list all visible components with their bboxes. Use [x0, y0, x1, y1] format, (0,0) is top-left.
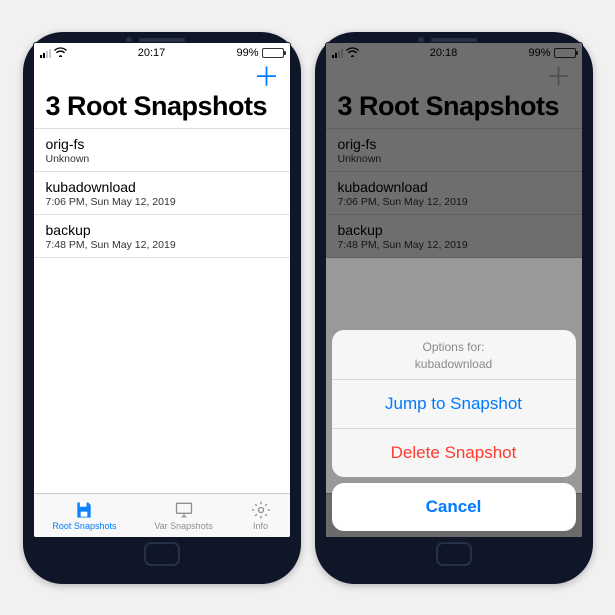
add-button[interactable]: ＋	[253, 67, 279, 87]
snapshot-name: backup	[46, 222, 278, 238]
list-item[interactable]: kubadownload 7:06 PM, Sun May 12, 2019	[34, 172, 290, 215]
battery-icon	[262, 48, 284, 58]
action-sheet-prefix: Options for:	[422, 340, 484, 354]
snapshot-subtitle: 7:06 PM, Sun May 12, 2019	[46, 196, 278, 208]
home-button[interactable]	[144, 542, 180, 566]
page-title: 3 Root Snapshots	[46, 91, 268, 122]
phone-left: 20:17 99% ＋ 3 Root Snapshots orig-fs Unk…	[23, 32, 301, 584]
snapshot-subtitle: Unknown	[46, 153, 278, 165]
home-button[interactable]	[436, 542, 472, 566]
snapshot-subtitle: 7:48 PM, Sun May 12, 2019	[46, 239, 278, 251]
tab-label: Root Snapshots	[52, 521, 116, 531]
title-row: 3 Root Snapshots	[34, 91, 290, 129]
tab-var-snapshots[interactable]: Var Snapshots	[154, 500, 212, 531]
action-sheet: Options for: kubadownload Jump to Snapsh…	[332, 330, 576, 477]
screen-left: 20:17 99% ＋ 3 Root Snapshots orig-fs Unk…	[33, 42, 291, 538]
signal-icon	[40, 49, 51, 58]
gear-icon	[251, 500, 271, 520]
screen-right: 20:18 99% ＋ 3 Root Snapshots orig-fs Unk…	[325, 42, 583, 538]
action-sheet-context: kubadownload	[332, 357, 576, 371]
battery-percent: 99%	[236, 47, 258, 59]
action-sheet-header: Options for: kubadownload	[332, 330, 576, 379]
delete-snapshot-button[interactable]: Delete Snapshot	[332, 428, 576, 477]
nav-bar: ＋	[34, 63, 290, 91]
snapshot-name: orig-fs	[46, 136, 278, 152]
tab-label: Var Snapshots	[154, 521, 212, 531]
status-bar: 20:17 99%	[34, 43, 290, 63]
cancel-button[interactable]: Cancel	[332, 483, 576, 531]
tab-info[interactable]: Info	[251, 500, 271, 531]
list-item[interactable]: orig-fs Unknown	[34, 129, 290, 172]
jump-to-snapshot-button[interactable]: Jump to Snapshot	[332, 379, 576, 428]
status-time: 20:17	[138, 47, 166, 59]
tab-root-snapshots[interactable]: Root Snapshots	[52, 500, 116, 531]
save-icon	[74, 500, 94, 520]
modal-dimmer[interactable]: Options for: kubadownload Jump to Snapsh…	[326, 43, 582, 537]
tab-label: Info	[253, 521, 268, 531]
phone-right: 20:18 99% ＋ 3 Root Snapshots orig-fs Unk…	[315, 32, 593, 584]
tab-bar: Root Snapshots Var Snapshots Info	[34, 493, 290, 537]
monitor-icon	[174, 500, 194, 520]
wifi-icon	[54, 47, 67, 60]
list-item[interactable]: backup 7:48 PM, Sun May 12, 2019	[34, 215, 290, 258]
snapshot-name: kubadownload	[46, 179, 278, 195]
